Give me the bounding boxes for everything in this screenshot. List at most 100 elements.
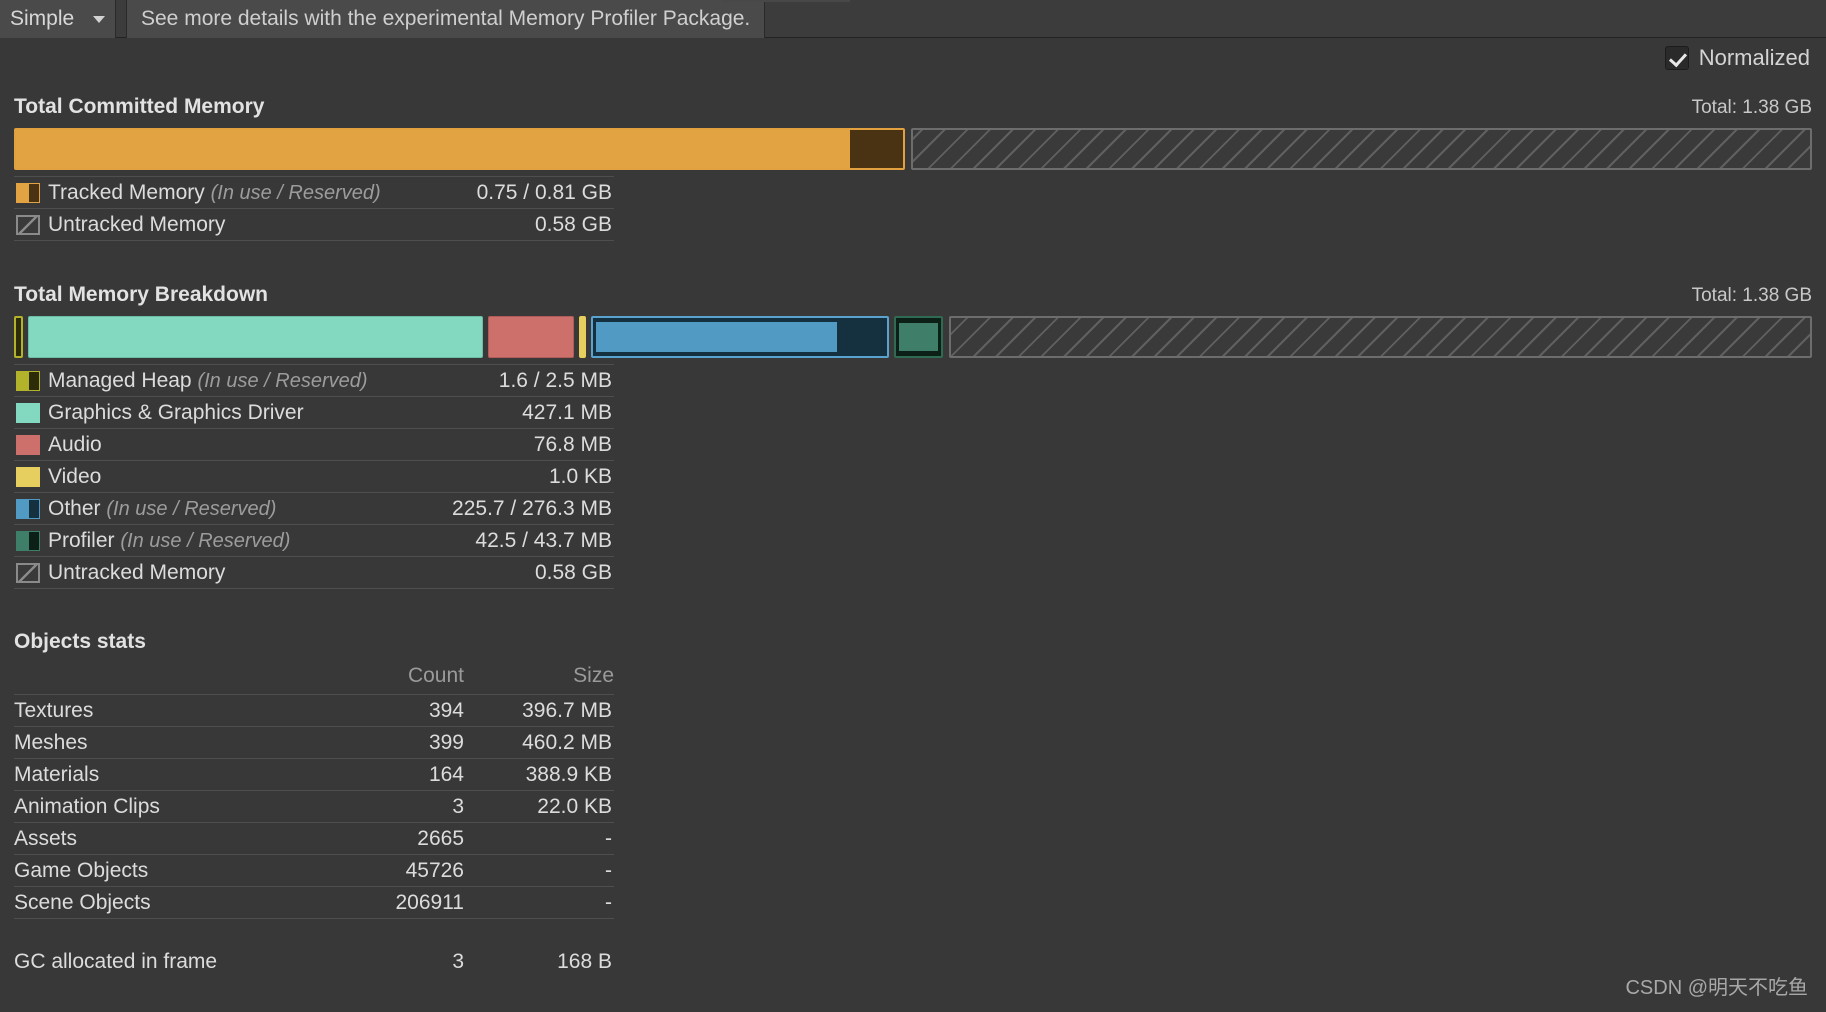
toolbar-gap [116, 0, 126, 37]
committed-title: Total Committed Memory [14, 95, 265, 118]
row-size: 388.9 KB [464, 758, 614, 791]
column-size: Size [573, 664, 614, 687]
legend-label: Untracked Memory [48, 212, 226, 236]
memory-profiler-package-hint[interactable]: See more details with the experimental M… [126, 0, 766, 38]
row-size: - [464, 822, 614, 855]
view-mode-dropdown[interactable]: Simple [0, 0, 116, 38]
legend-sublabel: (In use / Reserved) [210, 181, 381, 204]
graphics-segment[interactable] [28, 316, 483, 358]
list-item[interactable]: Other (In use / Reserved) 225.7 / 276.3 … [14, 492, 614, 525]
audio-segment[interactable] [488, 316, 574, 358]
breakdown-untracked-segment[interactable] [949, 316, 1812, 358]
other-swatch-icon [16, 498, 40, 519]
table-row[interactable]: Game Objects 45726 - [14, 854, 614, 887]
row-size: 396.7 MB [464, 694, 614, 727]
legend-label: Untracked Memory [48, 560, 226, 584]
row-size: 168 B [557, 950, 612, 973]
watermark: CSDN @明天不吃鱼 [1625, 977, 1808, 999]
chevron-down-icon [93, 15, 105, 23]
legend-value: 76.8 MB [423, 428, 614, 461]
list-item[interactable]: Untracked Memory 0.58 GB [14, 556, 614, 589]
committed-header: Total Committed Memory Total: 1.38 GB [14, 95, 1812, 119]
list-item[interactable]: Untracked Memory 0.58 GB [14, 208, 614, 241]
untracked-memory-swatch-icon [16, 214, 40, 235]
objects-stats-table: Count Size Textures 394 396.7 MB Meshes … [14, 664, 614, 919]
gc-allocated-row: GC allocated in frame 3 168 B [14, 945, 614, 979]
column-count: Count [407, 664, 464, 687]
row-name: Meshes [14, 726, 274, 759]
legend-value: 0.75 / 0.81 GB [448, 176, 614, 209]
table-row[interactable]: Animation Clips 3 22.0 KB [14, 790, 614, 823]
profiler-segment[interactable] [894, 316, 943, 358]
legend-label: Graphics & Graphics Driver [48, 400, 304, 424]
view-mode-label: Simple [10, 7, 75, 30]
legend-label: Managed Heap [48, 368, 192, 392]
row-size: 22.0 KB [464, 790, 614, 823]
breakdown-bar[interactable] [14, 316, 1812, 358]
table-row[interactable]: Materials 164 388.9 KB [14, 758, 614, 791]
breakdown-header: Total Memory Breakdown Total: 1.38 GB [14, 283, 1812, 307]
legend-value: 1.6 / 2.5 MB [423, 364, 614, 397]
untracked-memory-segment[interactable] [911, 128, 1812, 170]
total-committed-memory-section: Total Committed Memory Total: 1.38 GB Tr… [14, 95, 1812, 241]
other-segment[interactable] [591, 316, 889, 358]
breakdown-legend: Managed Heap (In use / Reserved) 1.6 / 2… [14, 364, 614, 589]
tracked-memory-in-use-fill [16, 130, 850, 168]
row-count: 394 [274, 694, 464, 727]
profiler-in-use-fill [899, 323, 938, 351]
audio-swatch-icon [16, 434, 40, 455]
tracked-memory-segment[interactable] [14, 128, 905, 170]
video-segment[interactable] [579, 316, 586, 358]
table-row[interactable]: Scene Objects 206911 - [14, 886, 614, 919]
legend-label: Tracked Memory [48, 180, 205, 204]
list-item[interactable]: Video 1.0 KB [14, 460, 614, 493]
legend-label: Other [48, 496, 101, 520]
committed-bar[interactable] [14, 128, 1812, 170]
managed-heap-segment[interactable] [14, 316, 23, 358]
legend-sublabel: (In use / Reserved) [197, 369, 368, 392]
committed-total: Total: 1.38 GB [1691, 97, 1812, 118]
profiler-toolbar: Simple See more details with the experim… [0, 0, 1826, 38]
hint-text: See more details with the experimental M… [141, 7, 751, 30]
list-item[interactable]: Tracked Memory (In use / Reserved) 0.75 … [14, 176, 614, 209]
row-count: 206911 [274, 886, 464, 919]
objects-stats-section: Objects stats Count Size Textures 394 39… [14, 630, 614, 979]
graphics-swatch-icon [16, 402, 40, 423]
legend-label: Video [48, 464, 102, 488]
table-row[interactable]: Meshes 399 460.2 MB [14, 726, 614, 759]
list-item[interactable]: Audio 76.8 MB [14, 428, 614, 461]
row-size: 460.2 MB [464, 726, 614, 759]
normalized-toggle[interactable]: Normalized [1664, 45, 1810, 71]
row-name: Materials [14, 758, 274, 791]
tracked-memory-swatch-icon [16, 182, 40, 203]
normalized-label: Normalized [1698, 45, 1810, 70]
other-in-use-fill [596, 322, 838, 352]
row-size: - [464, 854, 614, 887]
column-name [14, 664, 274, 695]
row-count: 45726 [274, 854, 464, 887]
legend-label: Profiler [48, 528, 115, 552]
row-count: 164 [274, 758, 464, 791]
table-row[interactable]: GC allocated in frame 3 168 B [14, 945, 614, 979]
table-row[interactable]: Assets 2665 - [14, 822, 614, 855]
row-count: 399 [274, 726, 464, 759]
table-row[interactable]: Textures 394 396.7 MB [14, 694, 614, 727]
check-icon[interactable] [1664, 46, 1689, 70]
row-count: 3 [274, 790, 464, 823]
legend-value: 1.0 KB [423, 460, 614, 493]
legend-label: Audio [48, 432, 102, 456]
committed-legend: Tracked Memory (In use / Reserved) 0.75 … [14, 176, 614, 241]
row-name: Game Objects [14, 854, 274, 887]
table-header-row: Count Size [14, 664, 614, 695]
untracked-memory-swatch-icon [16, 562, 40, 583]
breakdown-title: Total Memory Breakdown [14, 283, 268, 306]
list-item[interactable]: Profiler (In use / Reserved) 42.5 / 43.7… [14, 524, 614, 557]
legend-value: 225.7 / 276.3 MB [423, 492, 614, 525]
row-name: Scene Objects [14, 886, 274, 919]
list-item[interactable]: Managed Heap (In use / Reserved) 1.6 / 2… [14, 364, 614, 397]
legend-value: 427.1 MB [423, 396, 614, 429]
profiler-swatch-icon [16, 530, 40, 551]
row-count: 3 [452, 950, 464, 973]
list-item[interactable]: Graphics & Graphics Driver 427.1 MB [14, 396, 614, 429]
row-name: Textures [14, 694, 274, 727]
